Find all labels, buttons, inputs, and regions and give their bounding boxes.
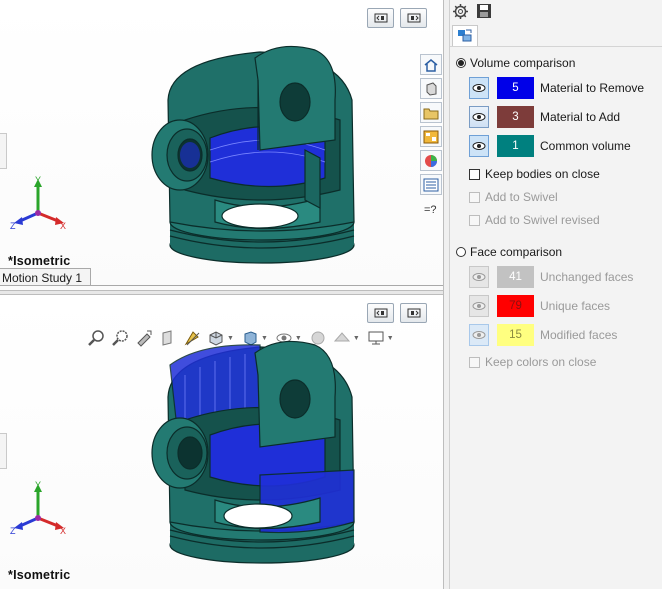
- face-comparison-label: Face comparison: [470, 245, 563, 259]
- viewport-restore-button[interactable]: [367, 8, 394, 28]
- legend-row-unique: 79 Unique faces: [469, 295, 610, 317]
- checkbox[interactable]: [469, 356, 480, 368]
- top-viewport[interactable]: Y X Z *Isometric =? Motion Study 1: [0, 0, 443, 290]
- color-swatch[interactable]: 79: [497, 295, 534, 317]
- eye-icon[interactable]: [469, 106, 489, 128]
- eye-icon[interactable]: [469, 295, 489, 317]
- compare-icon: [458, 29, 472, 42]
- legend-row-remove: 5 Material to Remove: [469, 77, 644, 99]
- add-to-swivel-label: Add to Swivel: [485, 190, 558, 204]
- eye-icon[interactable]: [469, 266, 489, 288]
- view-orientation-label: *Isometric: [8, 568, 71, 582]
- save-icon[interactable]: [476, 3, 492, 19]
- legend-label: Material to Remove: [540, 81, 645, 95]
- color-swatch[interactable]: 15: [497, 324, 534, 346]
- tab-motion-study[interactable]: Motion Study 1: [0, 268, 91, 286]
- color-swatch[interactable]: 1: [497, 135, 534, 157]
- zoom-to-fit-icon[interactable]: [86, 328, 106, 348]
- svg-text:Z: Z: [10, 526, 16, 535]
- restore-icon: [374, 308, 387, 318]
- parts-icon[interactable]: [420, 78, 442, 99]
- panel-tab-strip: [450, 24, 662, 47]
- gear-icon[interactable]: [452, 3, 469, 20]
- viewport-maximize-button[interactable]: [400, 8, 427, 28]
- legend-row-unchanged: 41 Unchanged faces: [469, 266, 633, 288]
- svg-text:Y: Y: [35, 175, 41, 185]
- part-model-top[interactable]: [140, 40, 380, 270]
- tab-compare[interactable]: [452, 25, 478, 46]
- radio-button[interactable]: [456, 247, 466, 257]
- color-swatch[interactable]: 41: [497, 266, 534, 288]
- color-swatch[interactable]: 5: [497, 77, 534, 99]
- maximize-icon: [407, 13, 420, 23]
- volume-comparison-radio[interactable]: Volume comparison: [456, 56, 575, 70]
- bottom-viewport[interactable]: ▼ ▼ ▼ ▼ ▼ Y X Z *Isometric: [0, 295, 443, 589]
- help-toggle-icon[interactable]: =?: [420, 198, 442, 219]
- zoom-area-icon[interactable]: [110, 328, 130, 348]
- axis-triad-bottom: Y X Z: [10, 480, 66, 535]
- face-comparison-radio[interactable]: Face comparison: [456, 245, 562, 259]
- add-to-swivel-checkbox[interactable]: Add to Swivel: [469, 190, 558, 204]
- panel-splitter[interactable]: [443, 0, 450, 589]
- volume-comparison-label: Volume comparison: [470, 56, 576, 70]
- viewport-restore-button[interactable]: [367, 303, 394, 323]
- restore-icon: [374, 13, 387, 23]
- compare-property-panel: Volume comparison 5 Material to Remove 3…: [450, 0, 662, 589]
- maximize-icon: [407, 308, 420, 318]
- keep-colors-checkbox[interactable]: Keep colors on close: [469, 355, 596, 369]
- legend-row-common: 1 Common volume: [469, 135, 631, 157]
- appearance-icon[interactable]: [420, 150, 442, 171]
- home-icon[interactable]: [420, 54, 442, 75]
- chevron-down-icon[interactable]: ▼: [387, 335, 394, 342]
- axis-triad-top: Y X Z: [10, 175, 66, 230]
- add-to-swivel-revised-checkbox[interactable]: Add to Swivel revised: [469, 213, 600, 227]
- color-swatch[interactable]: 3: [497, 106, 534, 128]
- svg-text:Z: Z: [10, 221, 16, 230]
- legend-label: Material to Add: [540, 110, 621, 124]
- legend-row-modified: 15 Modified faces: [469, 324, 617, 346]
- keep-colors-label: Keep colors on close: [485, 355, 597, 369]
- svg-text:X: X: [60, 526, 66, 535]
- custom-properties-icon[interactable]: [420, 174, 442, 195]
- folder-icon[interactable]: [420, 102, 442, 123]
- svg-text:=?: =?: [424, 204, 437, 216]
- left-panel-stub[interactable]: [0, 133, 7, 169]
- checkbox[interactable]: [469, 214, 480, 226]
- eye-icon[interactable]: [469, 77, 489, 99]
- add-to-swivel-revised-label: Add to Swivel revised: [485, 213, 600, 227]
- checkbox[interactable]: [469, 168, 480, 180]
- radio-button[interactable]: [456, 58, 466, 68]
- panel-header: [450, 0, 662, 24]
- view-orientation-label: *Isometric: [8, 254, 71, 268]
- tab-strip-line: [91, 285, 443, 286]
- eye-icon[interactable]: [469, 324, 489, 346]
- view-palette-icon[interactable]: [420, 126, 442, 147]
- legend-label: Common volume: [540, 139, 631, 153]
- keep-bodies-label: Keep bodies on close: [485, 167, 600, 181]
- left-panel-stub[interactable]: [0, 433, 7, 469]
- part-model-bottom[interactable]: [140, 335, 380, 570]
- viewport-buttons: [367, 303, 427, 323]
- keep-bodies-checkbox[interactable]: Keep bodies on close: [469, 167, 600, 181]
- legend-label: Unchanged faces: [540, 270, 634, 284]
- task-pane-tabs: =?: [420, 54, 442, 219]
- viewport-buttons: [367, 8, 427, 28]
- legend-label: Modified faces: [540, 328, 618, 342]
- svg-text:X: X: [60, 221, 66, 230]
- legend-row-add: 3 Material to Add: [469, 106, 620, 128]
- viewport-maximize-button[interactable]: [400, 303, 427, 323]
- svg-text:Y: Y: [35, 480, 41, 490]
- legend-label: Unique faces: [540, 299, 611, 313]
- checkbox[interactable]: [469, 191, 480, 203]
- eye-icon[interactable]: [469, 135, 489, 157]
